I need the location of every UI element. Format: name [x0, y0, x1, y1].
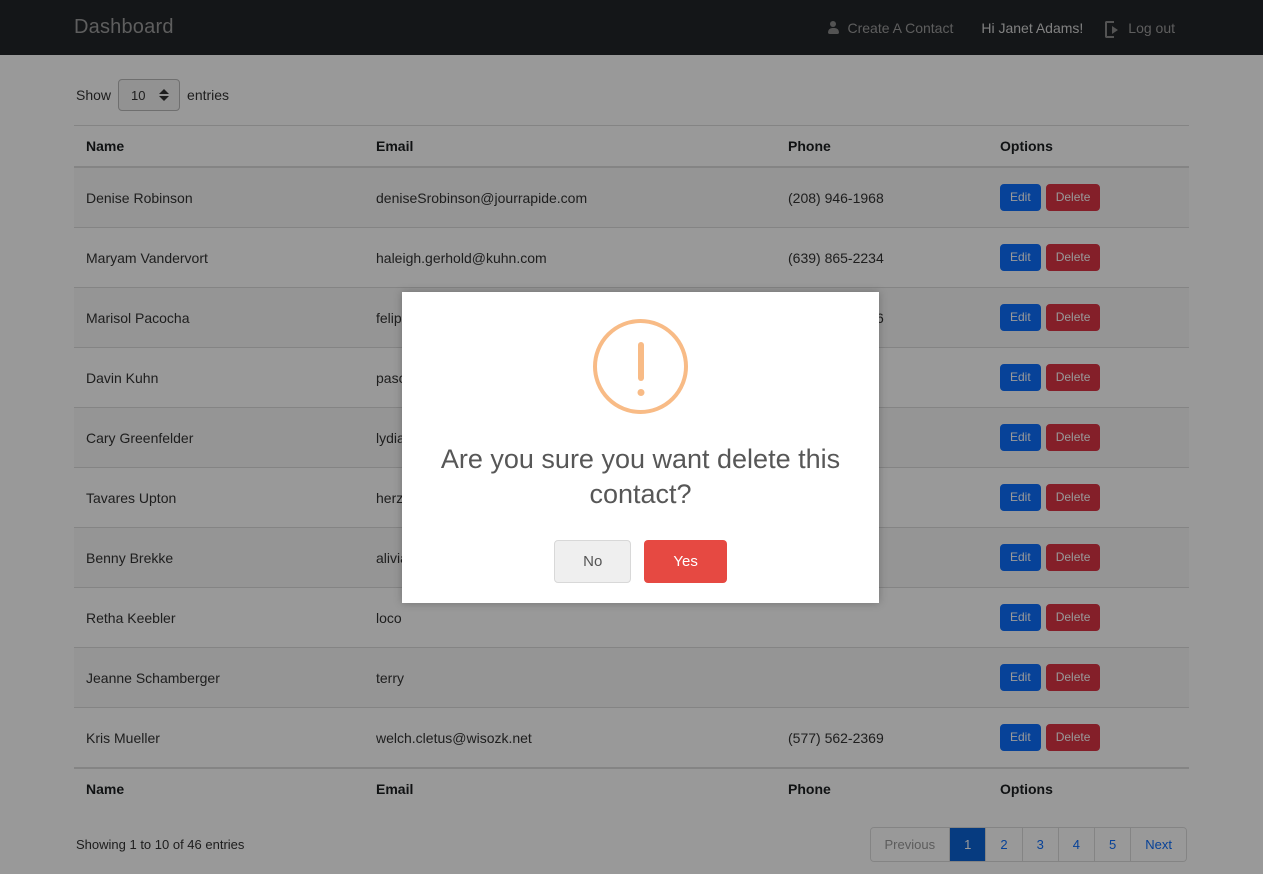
- no-button[interactable]: No: [554, 540, 632, 584]
- warning-dot: [637, 389, 644, 396]
- modal-actions: No Yes: [554, 540, 727, 584]
- yes-button[interactable]: Yes: [644, 540, 727, 584]
- delete-confirmation-modal: Are you sure you want delete this contac…: [402, 292, 879, 603]
- warning-bar: [637, 342, 644, 381]
- modal-title: Are you sure you want delete this contac…: [440, 444, 841, 510]
- warning-exclamation-icon: [593, 319, 688, 414]
